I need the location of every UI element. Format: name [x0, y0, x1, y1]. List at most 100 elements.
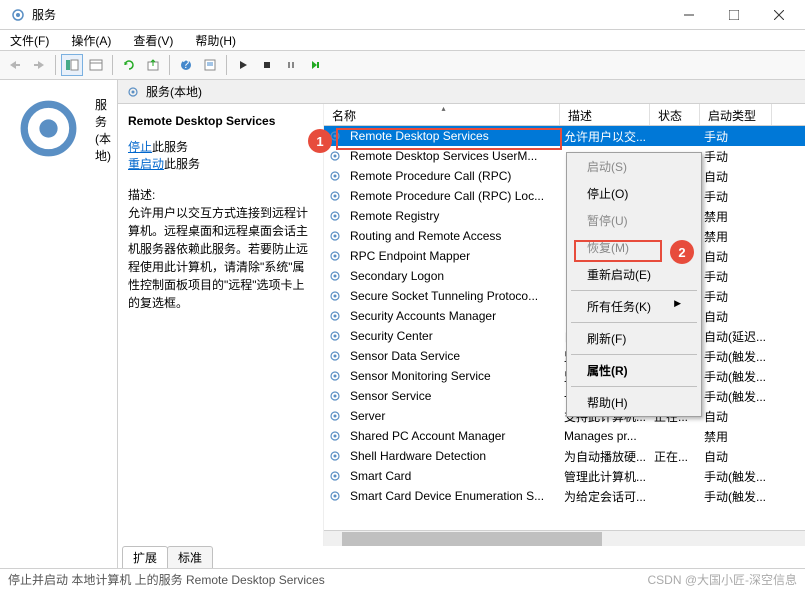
export-button[interactable]	[142, 54, 164, 76]
menu-start[interactable]: 启动(S)	[567, 153, 701, 180]
restart-link[interactable]: 重启动	[128, 157, 164, 171]
col-start[interactable]: 启动类型	[700, 104, 772, 125]
refresh-button[interactable]	[118, 54, 140, 76]
cell-name: Sensor Data Service	[346, 349, 560, 363]
table-row[interactable]: Shared PC Account ManagerManages pr... 禁用	[324, 426, 805, 446]
cell-name: Shared PC Account Manager	[346, 429, 560, 443]
nav-tree: 服务(本地)	[0, 80, 118, 568]
menu-view[interactable]: 查看(V)	[129, 30, 177, 51]
cell-name: Security Center	[346, 329, 560, 343]
cell-start: 自动	[700, 248, 772, 265]
cell-name: Smart Card Device Enumeration S...	[346, 489, 560, 503]
gear-icon	[328, 349, 342, 363]
annotation-marker-1: 1	[308, 129, 332, 153]
cell-start: 手动	[700, 128, 772, 145]
table-row[interactable]: Secondary Logon手动	[324, 266, 805, 286]
gear-icon	[328, 229, 342, 243]
menu-file[interactable]: 文件(F)	[6, 30, 53, 51]
desc-text: 允许用户以交互方式连接到远程计算机。远程桌面和远程桌面会话主机服务器依赖此服务。…	[128, 204, 313, 312]
tab-extended[interactable]: 扩展	[122, 546, 168, 568]
table-row[interactable]: Remote Registry禁用	[324, 206, 805, 226]
table-row[interactable]: Secure Socket Tunneling Protoco...手动	[324, 286, 805, 306]
cell-desc: Manages pr...	[560, 429, 650, 443]
cell-start: 禁用	[700, 228, 772, 245]
table-row[interactable]: Shell Hardware Detection为自动播放硬...正在...自动	[324, 446, 805, 466]
view-tabs: 扩展 标准	[118, 546, 805, 568]
pause-button[interactable]	[280, 54, 302, 76]
menu-refresh[interactable]: 刷新(F)	[567, 325, 701, 352]
menu-action[interactable]: 操作(A)	[67, 30, 115, 51]
tab-standard[interactable]: 标准	[167, 546, 213, 568]
maximize-button[interactable]	[711, 1, 756, 29]
statusbar: 停止并启动 本地计算机 上的服务 Remote Desktop Services…	[0, 568, 805, 590]
forward-button[interactable]	[28, 54, 50, 76]
table-row[interactable]: Remote Procedure Call (RPC)自动	[324, 166, 805, 186]
menu-properties[interactable]: 属性(R)	[567, 357, 701, 384]
cell-start: 手动	[700, 188, 772, 205]
table-row[interactable]: Security Center自合体感器...自动(延迟...	[324, 326, 805, 346]
cell-start: 手动(触发...	[700, 388, 772, 405]
view-button-1[interactable]	[61, 54, 83, 76]
gear-icon	[328, 169, 342, 183]
gear-icon	[328, 409, 342, 423]
cell-start: 自动	[700, 448, 772, 465]
table-row[interactable]: RPC Endpoint Mapper自动	[324, 246, 805, 266]
cell-start: 禁用	[700, 428, 772, 445]
close-button[interactable]	[756, 1, 801, 29]
annotation-box-2	[574, 240, 662, 262]
gear-icon	[328, 469, 342, 483]
play-button[interactable]	[232, 54, 254, 76]
cell-start: 手动	[700, 288, 772, 305]
menu-help[interactable]: 帮助(H)	[567, 389, 701, 416]
menu-all-tasks[interactable]: 所有任务(K)▶	[567, 293, 701, 320]
table-row[interactable]: Smart Card管理此计算机...手动(触发...	[324, 466, 805, 486]
col-name[interactable]: 名称▴	[324, 104, 560, 125]
table-row[interactable]: Remote Procedure Call (RPC) Loc...手动	[324, 186, 805, 206]
menu-help[interactable]: 帮助(H)	[191, 30, 240, 51]
cell-name: Secondary Logon	[346, 269, 560, 283]
table-row[interactable]: Sensor Data Service监视各种传感...手动(触发...	[324, 346, 805, 366]
table-row[interactable]: Sensor Monitoring Service监视各种传感...手动(触发.…	[324, 366, 805, 386]
minimize-button[interactable]	[666, 1, 711, 29]
cell-start: 自动	[700, 408, 772, 425]
cell-start: 手动(触发...	[700, 488, 772, 505]
gear-icon	[328, 249, 342, 263]
nav-services-local[interactable]: 服务(本地)	[4, 84, 113, 176]
help-button[interactable]: ?	[175, 54, 197, 76]
horizontal-scrollbar[interactable]	[324, 530, 805, 546]
col-state[interactable]: 状态	[650, 104, 700, 125]
table-row[interactable]: Routing and Remote Access 禁用	[324, 226, 805, 246]
gear-icon	[328, 309, 342, 323]
detail-service-name: Remote Desktop Services	[128, 114, 313, 128]
cell-name: Server	[346, 409, 560, 423]
stop-button[interactable]	[256, 54, 278, 76]
titlebar: 服务	[0, 0, 805, 30]
table-row[interactable]: Sensor Service一项用于管理...手动(触发...	[324, 386, 805, 406]
back-button[interactable]	[4, 54, 26, 76]
menu-stop[interactable]: 停止(O)	[567, 180, 701, 207]
toolbar: ?	[0, 50, 805, 80]
gear-icon	[328, 389, 342, 403]
menubar: 文件(F) 操作(A) 查看(V) 帮助(H)	[0, 30, 805, 50]
sort-indicator-icon: ▴	[442, 104, 446, 113]
app-icon	[10, 7, 26, 23]
cell-name: Security Accounts Manager	[346, 309, 560, 323]
detail-panel: Remote Desktop Services 停止此服务 重启动此服务 描述:…	[118, 104, 324, 546]
table-row[interactable]: Security Accounts Manager自动	[324, 306, 805, 326]
cell-name: Routing and Remote Access	[346, 229, 560, 243]
col-desc[interactable]: 描述	[560, 104, 650, 125]
cell-desc: 为自动播放硬...	[560, 448, 650, 465]
restart-button[interactable]	[304, 54, 326, 76]
menu-restart[interactable]: 重新启动(E)	[567, 261, 701, 288]
cell-name: Shell Hardware Detection	[346, 449, 560, 463]
table-row[interactable]: Smart Card Device Enumeration S...为给定会话可…	[324, 486, 805, 506]
menu-pause[interactable]: 暂停(U)	[567, 207, 701, 234]
view-button-2[interactable]	[85, 54, 107, 76]
cell-name: Smart Card	[346, 469, 560, 483]
chevron-right-icon: ▶	[674, 298, 681, 309]
stop-link[interactable]: 停止	[128, 140, 152, 154]
properties-button[interactable]	[199, 54, 221, 76]
annotation-marker-2: 2	[670, 240, 694, 264]
window-title: 服务	[32, 6, 666, 23]
table-row[interactable]: Server支持此计算机...正在...自动	[324, 406, 805, 426]
